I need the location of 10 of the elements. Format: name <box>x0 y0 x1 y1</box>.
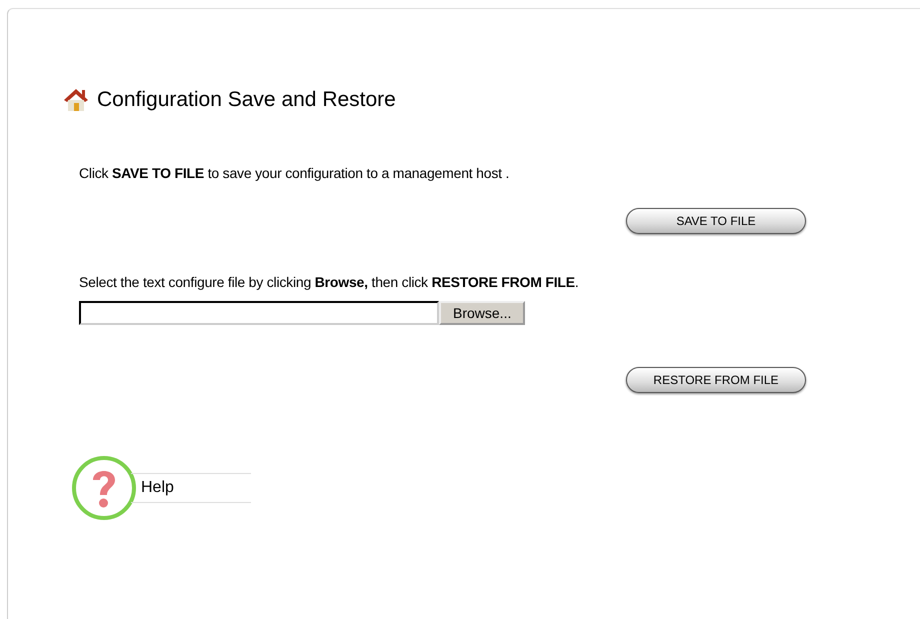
save-instruction: Click SAVE TO FILE to save your configuration to a management host . <box>79 164 510 183</box>
home-icon <box>63 87 89 113</box>
file-path-field[interactable] <box>79 301 439 325</box>
save-to-file-button[interactable]: SAVE TO FILE <box>626 208 806 234</box>
help-icon[interactable] <box>71 455 137 521</box>
browse-button[interactable]: Browse... <box>439 301 526 325</box>
help-label[interactable]: Help <box>131 473 251 503</box>
restore-from-file-button[interactable]: RESTORE FROM FILE <box>626 367 806 393</box>
page-title: Configuration Save and Restore <box>97 87 396 113</box>
restore-instruction: Select the text configure file by clicking Browse, then click RESTORE FROM FILE. <box>79 273 580 292</box>
